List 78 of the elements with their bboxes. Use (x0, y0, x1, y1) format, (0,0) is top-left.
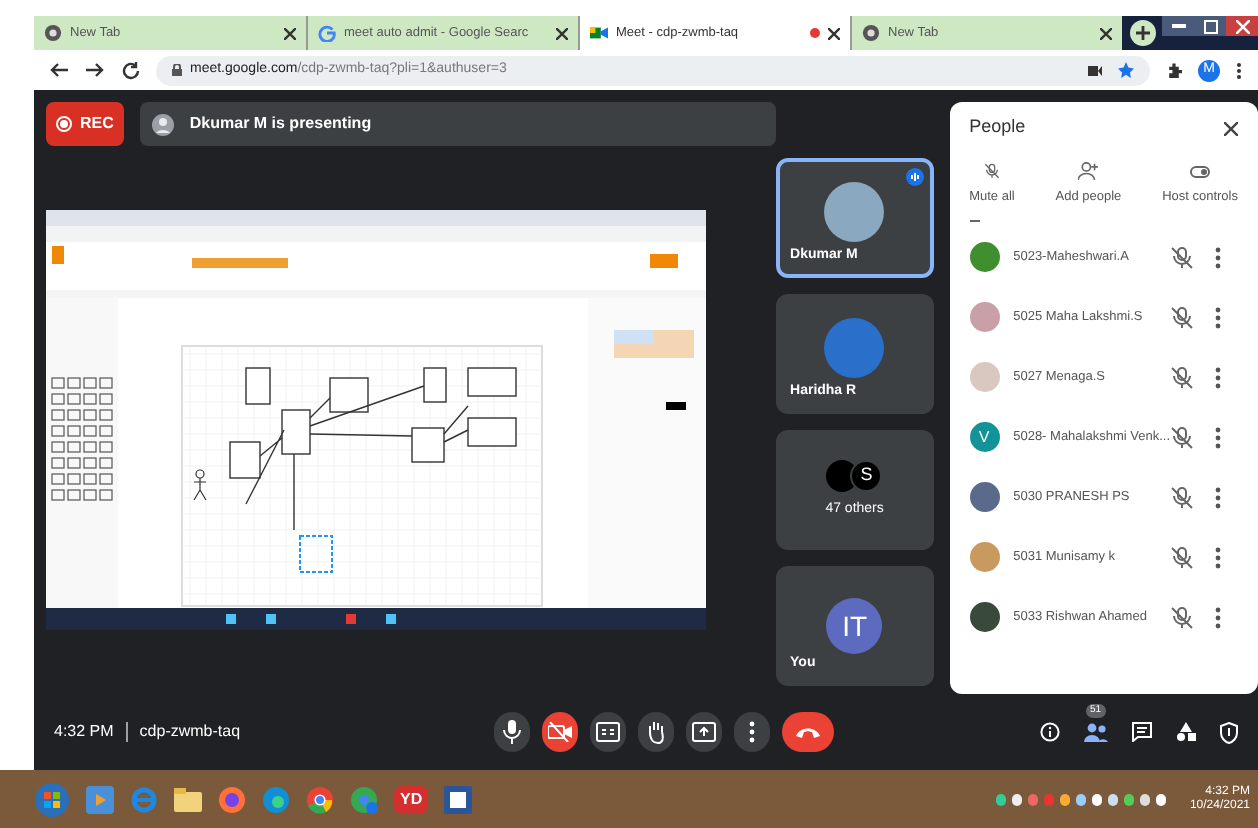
minimize-button[interactable] (1162, 16, 1194, 36)
tray-icons[interactable] (995, 793, 1166, 805)
chat-button[interactable] (1132, 722, 1152, 742)
more-options-icon[interactable] (1214, 485, 1222, 509)
microphone-icon (502, 720, 522, 744)
close-button[interactable] (1226, 16, 1258, 36)
avatar: S (850, 459, 883, 492)
more-options-icon[interactable] (1214, 305, 1222, 329)
info-button[interactable] (1040, 722, 1060, 742)
more-options-button[interactable] (734, 712, 770, 752)
meeting-time: 4:32 PM (54, 720, 114, 744)
mic-off-icon (1170, 545, 1194, 569)
captions-icon (596, 722, 620, 742)
close-icon[interactable] (1224, 121, 1238, 135)
maximize-button[interactable] (1194, 16, 1226, 36)
forward-button[interactable] (84, 60, 104, 80)
start-button[interactable] (34, 781, 70, 817)
circle-icon[interactable] (306, 785, 334, 813)
more-options-icon[interactable] (1214, 605, 1222, 629)
present-icon (692, 722, 716, 742)
shield-button[interactable] (1220, 721, 1238, 743)
avatar-icon (151, 113, 174, 135)
microphone-button[interactable] (494, 712, 530, 752)
close-icon (1235, 19, 1249, 33)
avatar (826, 459, 859, 492)
close-icon[interactable] (556, 27, 568, 39)
g-icon (318, 24, 336, 42)
close-icon[interactable] (1100, 27, 1112, 39)
avatar: IT (826, 598, 883, 654)
mic-off-icon (1170, 245, 1194, 269)
camera-off-button[interactable] (542, 712, 578, 752)
media-player-icon[interactable] (86, 785, 114, 813)
mic-off-icon (1170, 485, 1194, 509)
mic-off-icon (1170, 365, 1194, 389)
video-icon (590, 24, 608, 42)
document-icon[interactable] (444, 785, 473, 813)
present-button[interactable] (686, 712, 722, 752)
back-button[interactable] (48, 60, 68, 80)
close-icon[interactable] (828, 27, 840, 39)
camera-icon[interactable] (1088, 65, 1102, 75)
more-options-icon[interactable] (1214, 425, 1222, 449)
meeting-code: cdp-zwmb-taq (139, 720, 241, 744)
more-options-icon[interactable] (1214, 245, 1222, 269)
minimize-icon (1171, 24, 1185, 28)
lock-icon (172, 64, 182, 76)
mic-off-icon (983, 162, 1000, 180)
star-icon[interactable] (1118, 62, 1134, 78)
hand-icon (646, 720, 666, 744)
add-person-icon (1078, 162, 1099, 180)
camera-off-icon (548, 722, 572, 742)
mic-off-icon (1170, 425, 1194, 449)
panel-title: People (969, 114, 1026, 141)
mic-off-icon (1170, 605, 1194, 629)
globe-icon (44, 24, 62, 42)
presenting-text: Dkumar M is presenting (189, 112, 372, 136)
new-tab-button[interactable] (1130, 20, 1156, 46)
app-icon[interactable]: YD (394, 785, 429, 813)
activities-button[interactable] (1176, 722, 1196, 742)
folder-icon[interactable] (174, 787, 202, 811)
mic-off-icon (1170, 305, 1194, 329)
maximize-icon (1203, 19, 1217, 33)
more-options-icon[interactable] (1214, 365, 1222, 389)
reload-button[interactable] (120, 60, 140, 80)
recording-badge: REC (46, 102, 124, 146)
captions-button[interactable] (590, 712, 626, 752)
more-options-icon[interactable] (1214, 545, 1222, 569)
puzzle-icon[interactable] (1166, 62, 1182, 78)
menu-icon[interactable] (1236, 61, 1242, 79)
audio-icon (905, 168, 924, 186)
globe-icon (862, 24, 880, 42)
raise-hand-button[interactable] (638, 712, 674, 752)
toggle-icon (1190, 162, 1211, 180)
avatar: V (969, 422, 1000, 452)
leave-call-button[interactable] (782, 712, 834, 752)
phone-icon (794, 724, 822, 740)
more-icon (748, 720, 756, 744)
close-icon[interactable] (284, 27, 296, 39)
record-icon (56, 116, 72, 132)
